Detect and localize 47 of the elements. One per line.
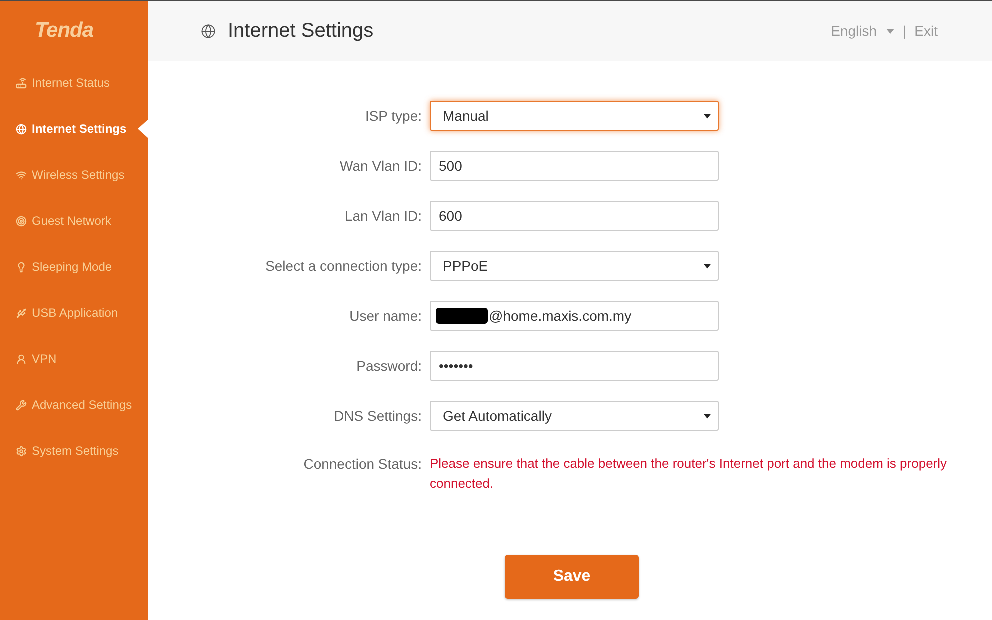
- logo: Tenda: [35, 18, 94, 44]
- field-label: Password:: [356, 356, 422, 376]
- field-label: User name:: [348, 306, 422, 326]
- sidebar-item[interactable]: Guest Network: [16, 212, 112, 230]
- select-field[interactable]: Manual: [430, 101, 719, 131]
- sidebar-item[interactable]: Wireless Settings: [16, 166, 125, 184]
- field-label: ISP type:: [364, 106, 422, 126]
- target-icon: [16, 216, 27, 226]
- caret-icon: [704, 114, 711, 118]
- settings-icon: [16, 446, 27, 456]
- sidebar-item[interactable]: Internet Settings: [16, 120, 127, 138]
- person-icon: [16, 354, 27, 364]
- sidebar-item[interactable]: Sleeping Mode: [16, 258, 112, 276]
- page-title: Internet Settings: [228, 19, 375, 44]
- exit-link[interactable]: Exit: [914, 20, 938, 42]
- sidebar-item[interactable]: System Settings: [16, 442, 119, 460]
- field-label: Wan Vlan ID:: [339, 156, 422, 176]
- select-field[interactable]: Get Automatically: [430, 401, 719, 431]
- sidebar-item[interactable]: VPN: [16, 350, 57, 368]
- router-icon: [16, 78, 27, 88]
- usb-icon: [16, 308, 27, 318]
- wifi-icon: [16, 170, 27, 180]
- lightbulb-icon: [16, 262, 27, 272]
- sidebar-item[interactable]: Advanced Settings: [16, 396, 132, 414]
- wrench-icon: [16, 400, 27, 410]
- select-field[interactable]: PPPoE: [430, 251, 719, 281]
- status-message: Please ensure that the cable between the router's Internet port and the modem is properly connected.: [430, 455, 948, 493]
- sidebar-item[interactable]: USB Application: [16, 304, 118, 322]
- globe-icon: [16, 124, 27, 134]
- caret-icon: [704, 414, 711, 418]
- globe-icon: [201, 24, 216, 38]
- field-label: Select a connection type:: [264, 256, 422, 276]
- redaction-block: [436, 308, 488, 324]
- caret-icon: [886, 28, 896, 34]
- password-field[interactable]: •••••••: [430, 351, 719, 381]
- field-label: DNS Settings:: [333, 406, 422, 426]
- text-field[interactable]: @home.maxis.com.my: [430, 301, 719, 331]
- selection-pointer-icon: [138, 120, 148, 138]
- text-field[interactable]: 500: [430, 151, 719, 181]
- save-button[interactable]: Save: [505, 555, 639, 599]
- caret-icon: [704, 264, 711, 268]
- language-select[interactable]: English: [831, 20, 896, 42]
- text-field[interactable]: 600: [430, 201, 719, 231]
- field-label: Lan Vlan ID:: [344, 206, 422, 226]
- separator: |: [903, 22, 907, 41]
- sidebar-item[interactable]: Internet Status: [16, 74, 110, 92]
- field-label: Connection Status:: [302, 455, 422, 474]
